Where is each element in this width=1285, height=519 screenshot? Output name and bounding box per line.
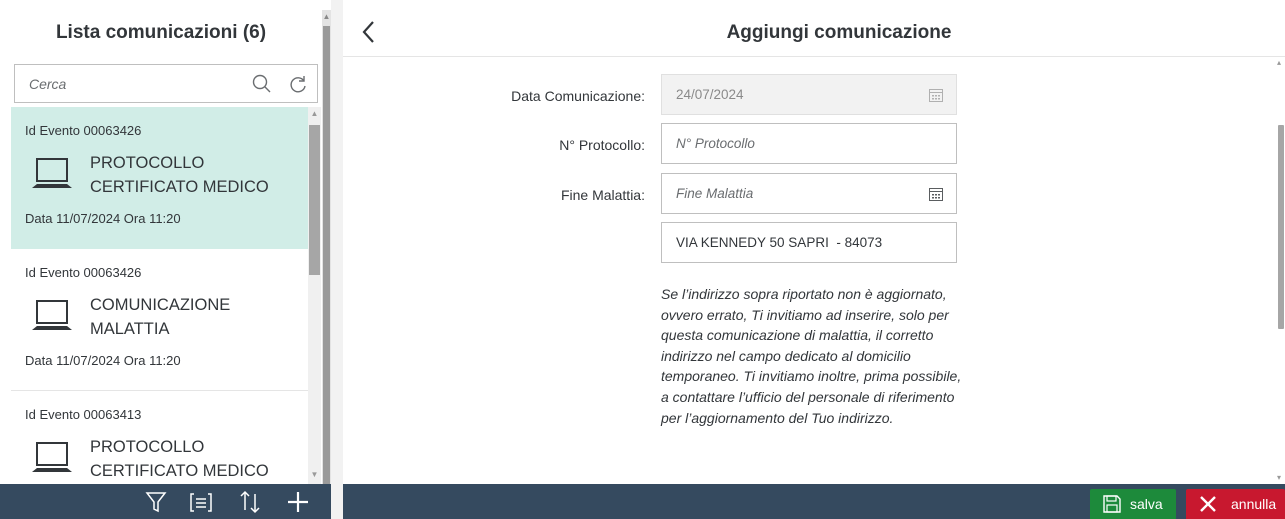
detail-scrollbar-thumb[interactable] xyxy=(1278,125,1284,329)
filter-icon[interactable] xyxy=(143,489,169,515)
app: Lista comunicazioni (6) Id Evento 000634… xyxy=(0,0,1285,519)
item-date: Data 11/07/2024 Ora 11:20 xyxy=(25,353,181,368)
fine-malattia-field xyxy=(661,173,957,214)
detail-scrollbar[interactable]: ▴ ▾ xyxy=(1277,58,1285,484)
calendar-icon[interactable] xyxy=(928,186,944,202)
laptop-icon xyxy=(31,157,73,197)
data-comunicazione-label: Data Comunicazione: xyxy=(511,88,645,104)
save-button[interactable]: salva xyxy=(1090,489,1176,519)
save-label: salva xyxy=(1130,496,1163,512)
page-title: Aggiungi comunicazione xyxy=(726,22,952,43)
item-title: PROTOCOLLO CERTIFICATO MEDICO xyxy=(90,438,269,480)
address-note: Se l’indirizzo sopra riportato non è agg… xyxy=(661,286,962,426)
indirizzo-field xyxy=(661,222,957,263)
search-box xyxy=(14,64,318,103)
list-scrollbar-thumb[interactable] xyxy=(309,125,320,275)
detail-footer: salva annulla xyxy=(343,484,1285,519)
detail-header: Aggiungi comunicazione xyxy=(343,10,1285,57)
cancel-button[interactable]: annulla xyxy=(1186,489,1285,519)
communication-list: Id Evento 00063426 PROTOCOLLO CERTIFICAT… xyxy=(11,107,308,484)
cancel-label: annulla xyxy=(1231,496,1277,512)
search-input[interactable] xyxy=(15,65,235,102)
master-footer xyxy=(0,484,331,519)
list-item[interactable]: Id Evento 00063413 PROTOCOLLO CERTIFICAT… xyxy=(11,391,308,484)
item-title: COMUNICAZIONE MALATTIA xyxy=(90,296,231,338)
master-scrollbar-thumb[interactable] xyxy=(323,26,330,484)
indirizzo-input[interactable] xyxy=(662,223,912,262)
protocollo-field xyxy=(661,123,957,164)
event-id: Id Evento 00063426 xyxy=(25,123,142,138)
refresh-icon[interactable] xyxy=(287,73,309,95)
list-item[interactable]: Id Evento 00063426 PROTOCOLLO CERTIFICAT… xyxy=(11,107,308,249)
data-comunicazione-field xyxy=(661,74,957,115)
protocollo-input[interactable] xyxy=(662,124,912,163)
save-icon xyxy=(1102,494,1122,514)
panel-divider xyxy=(331,0,343,519)
event-id: Id Evento 00063426 xyxy=(25,265,142,280)
list-scrollbar[interactable]: ▲ ▼ xyxy=(308,107,321,484)
laptop-icon xyxy=(31,299,73,339)
master-scrollbar[interactable]: ▲ xyxy=(322,10,331,484)
sort-icon[interactable] xyxy=(237,489,263,515)
data-comunicazione-input xyxy=(662,75,912,114)
event-id: Id Evento 00063413 xyxy=(25,407,142,422)
item-date: Data 11/07/2024 Ora 11:20 xyxy=(25,211,181,226)
master-panel: Lista comunicazioni (6) Id Evento 000634… xyxy=(0,0,331,519)
add-icon[interactable] xyxy=(285,489,311,515)
laptop-icon xyxy=(31,441,73,481)
fine-malattia-input[interactable] xyxy=(662,174,912,213)
list-item[interactable]: Id Evento 00063426 COMUNICAZIONE MALATTI… xyxy=(11,249,308,391)
calendar-icon xyxy=(928,87,944,103)
protocollo-label: N° Protocollo: xyxy=(559,137,645,153)
search-icon[interactable] xyxy=(251,73,273,95)
detail-panel: Aggiungi comunicazione Data Comunicazion… xyxy=(343,0,1285,519)
fine-malattia-label: Fine Malattia: xyxy=(560,187,645,203)
back-icon[interactable] xyxy=(359,18,379,46)
group-icon[interactable] xyxy=(188,489,214,515)
master-title: Lista comunicazioni (6) xyxy=(55,22,267,43)
close-icon xyxy=(1198,494,1218,514)
item-title: PROTOCOLLO CERTIFICATO MEDICO xyxy=(90,154,269,196)
